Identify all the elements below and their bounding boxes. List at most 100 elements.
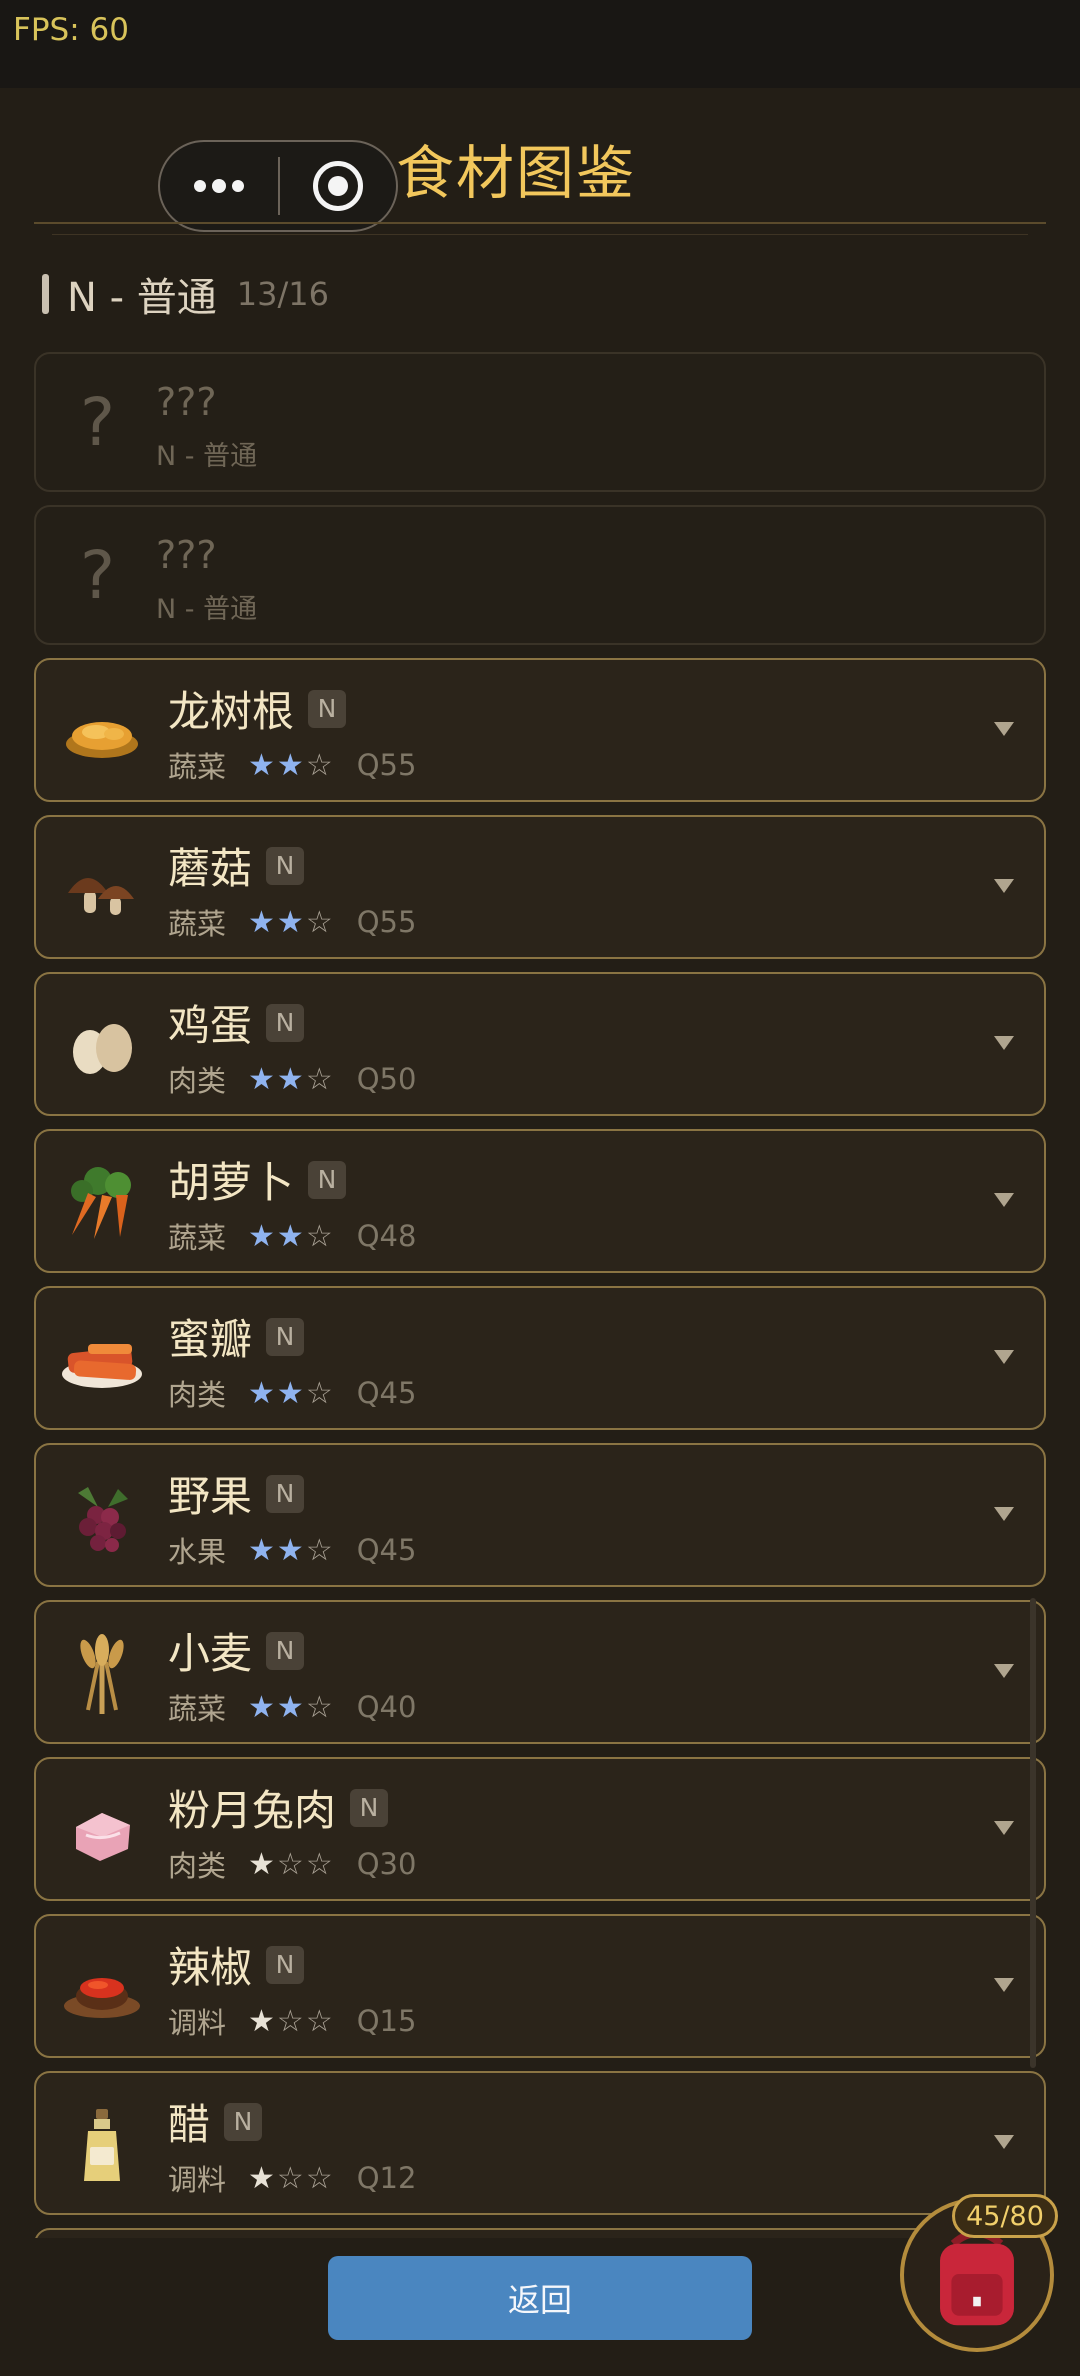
star-empty-icon: ☆ xyxy=(305,2003,333,2039)
star-empty-icon: ☆ xyxy=(276,1846,304,1882)
ingredient-name: 野果 xyxy=(168,1472,253,1521)
ingredient-card[interactable]: 胡萝卜 N 蔬菜 ★ ★ ☆ Q48 xyxy=(34,1129,1046,1273)
title-divider-inner xyxy=(52,234,1028,235)
mini-program-capsule[interactable] xyxy=(158,140,398,232)
expand-caret-icon[interactable] xyxy=(994,1036,1014,1050)
star-empty-icon: ☆ xyxy=(305,1532,333,1568)
ingredient-category: 蔬菜 xyxy=(168,1692,227,1726)
quality-value: Q12 xyxy=(356,2161,417,2195)
star-icon: ★ xyxy=(248,2160,275,2196)
section-header: N - 普通 13/16 xyxy=(42,268,330,321)
expand-caret-icon[interactable] xyxy=(994,1664,1014,1678)
star-empty-icon: ☆ xyxy=(305,1218,333,1254)
ingredient-category: 蔬菜 xyxy=(168,907,227,941)
section-marker xyxy=(42,274,49,314)
ingredient-card[interactable]: 粉月兔肉 N 肉类 ★ ☆ ☆ Q30 xyxy=(34,1757,1046,1901)
star-icon: ★ xyxy=(276,904,304,940)
expand-caret-icon[interactable] xyxy=(994,2135,1014,2149)
ingredient-category: 肉类 xyxy=(168,1378,227,1412)
star-icon: ★ xyxy=(276,747,304,783)
expand-caret-icon[interactable] xyxy=(994,1978,1014,1992)
star-icon: ★ xyxy=(248,904,275,940)
expand-caret-icon[interactable] xyxy=(994,1193,1014,1207)
ingredient-name: 辣椒 xyxy=(168,1943,253,1992)
ingredient-card[interactable]: 龙树根 N 蔬菜 ★ ★ ☆ Q55 xyxy=(34,658,1046,802)
star-icon: ★ xyxy=(248,1532,275,1568)
ingredient-card[interactable]: 辣椒 N 调料 ★ ☆ ☆ Q15 xyxy=(34,1914,1046,2058)
wild-berry-icon xyxy=(78,1487,128,1552)
expand-caret-icon[interactable] xyxy=(994,1507,1014,1521)
quality-value: Q55 xyxy=(356,905,417,939)
ingredient-card[interactable]: 醋N 调料 ★ ☆ ☆ Q12 xyxy=(34,2071,1046,2215)
back-button[interactable]: 返回 xyxy=(328,2256,752,2340)
ingredient-category: 肉类 xyxy=(168,1849,227,1883)
vinegar-icon xyxy=(84,2109,120,2181)
expand-caret-icon[interactable] xyxy=(994,1821,1014,1835)
egg-icon xyxy=(73,1024,132,1074)
locked-rarity: N - 普通 xyxy=(156,594,258,625)
ingredient-card[interactable]: 蘑菇 N 蔬菜 ★ ★ ☆ Q55 xyxy=(34,815,1046,959)
quality-value: Q48 xyxy=(356,1219,417,1253)
star-icon: ★ xyxy=(248,2003,275,2039)
ingredient-category: 水果 xyxy=(168,1535,227,1569)
title-divider xyxy=(34,222,1046,224)
locked-name: ??? xyxy=(156,533,217,577)
unknown-icon: ? xyxy=(80,537,116,614)
star-icon: ★ xyxy=(248,1061,275,1097)
chili-icon xyxy=(64,1978,140,2018)
rarity-badge: N xyxy=(308,1160,347,1199)
expand-caret-icon[interactable] xyxy=(994,1350,1014,1364)
rarity-badge: N xyxy=(266,1474,305,1513)
rarity-badge: N xyxy=(266,1945,305,1984)
locked-name: ??? xyxy=(156,380,217,424)
section-name: N - 普通 xyxy=(67,275,217,321)
star-empty-icon: ☆ xyxy=(305,904,333,940)
star-empty-icon: ☆ xyxy=(305,747,333,783)
quality-value: Q40 xyxy=(356,1690,417,1724)
ingredient-card[interactable]: 鸡蛋 N 肉类 ★ ★ ☆ Q50 xyxy=(34,972,1046,1116)
star-icon: ★ xyxy=(276,1375,304,1411)
ingredient-card[interactable]: 野果 N 水果 ★ ★ ☆ Q45 xyxy=(34,1443,1046,1587)
ingredient-list[interactable]: ? ??? N - 普通 ? ??? N - 普通 龙树根 N 蔬菜 ★ ★ ☆ Q55 … xyxy=(34,352,1046,2238)
ingredient-category: 蔬菜 xyxy=(168,750,227,784)
star-icon: ★ xyxy=(248,1689,275,1725)
page-title: 食材图鉴 xyxy=(396,139,637,207)
ingredient-category: 蔬菜 xyxy=(168,1221,227,1255)
quality-value: Q30 xyxy=(356,1847,417,1881)
quality-value: Q15 xyxy=(356,2004,417,2038)
rabbit-meat-icon xyxy=(76,1813,130,1861)
rarity-badge: N xyxy=(350,1788,389,1827)
star-empty-icon: ☆ xyxy=(305,1689,333,1725)
star-empty-icon: ☆ xyxy=(276,2003,304,2039)
backpack-capacity-badge: 45/80 xyxy=(952,2194,1058,2238)
quality-value: Q55 xyxy=(356,748,417,782)
ingredient-name: 粉月兔肉 xyxy=(168,1786,337,1835)
unknown-icon: ? xyxy=(80,384,116,461)
close-target-icon[interactable] xyxy=(280,161,396,211)
ingredient-card-partial[interactable] xyxy=(34,2228,1046,2238)
ingredient-category: 调料 xyxy=(168,2006,227,2040)
star-empty-icon: ☆ xyxy=(305,1375,333,1411)
star-icon: ★ xyxy=(248,1846,275,1882)
more-menu-icon[interactable] xyxy=(160,142,278,230)
mushroom-icon xyxy=(68,878,134,915)
star-empty-icon: ☆ xyxy=(276,2160,304,2196)
rarity-badge: N xyxy=(308,689,347,728)
expand-caret-icon[interactable] xyxy=(994,879,1014,893)
rarity-badge: N xyxy=(266,1003,305,1042)
quality-value: Q50 xyxy=(356,1062,417,1096)
carrot-icon xyxy=(71,1167,131,1239)
locked-ingredient-card: ? ??? N - 普通 xyxy=(34,505,1046,645)
section-count: 13/16 xyxy=(236,275,330,313)
expand-caret-icon[interactable] xyxy=(994,722,1014,736)
ingredient-name: 胡萝卜 xyxy=(168,1158,295,1207)
rarity-badge: N xyxy=(266,846,305,885)
star-icon: ★ xyxy=(248,1218,275,1254)
ingredient-name: 小麦 xyxy=(168,1629,253,1678)
ingredient-category: 肉类 xyxy=(168,1064,227,1098)
list-scrollbar[interactable] xyxy=(1030,1598,1036,2068)
star-empty-icon: ☆ xyxy=(305,2160,333,2196)
ingredient-name: 醋 xyxy=(168,2100,211,2149)
ingredient-card[interactable]: 小麦 N 蔬菜 ★ ★ ☆ Q40 xyxy=(34,1600,1046,1744)
ingredient-card[interactable]: 蜜瓣 N 肉类 ★ ★ ☆ Q45 xyxy=(34,1286,1046,1430)
